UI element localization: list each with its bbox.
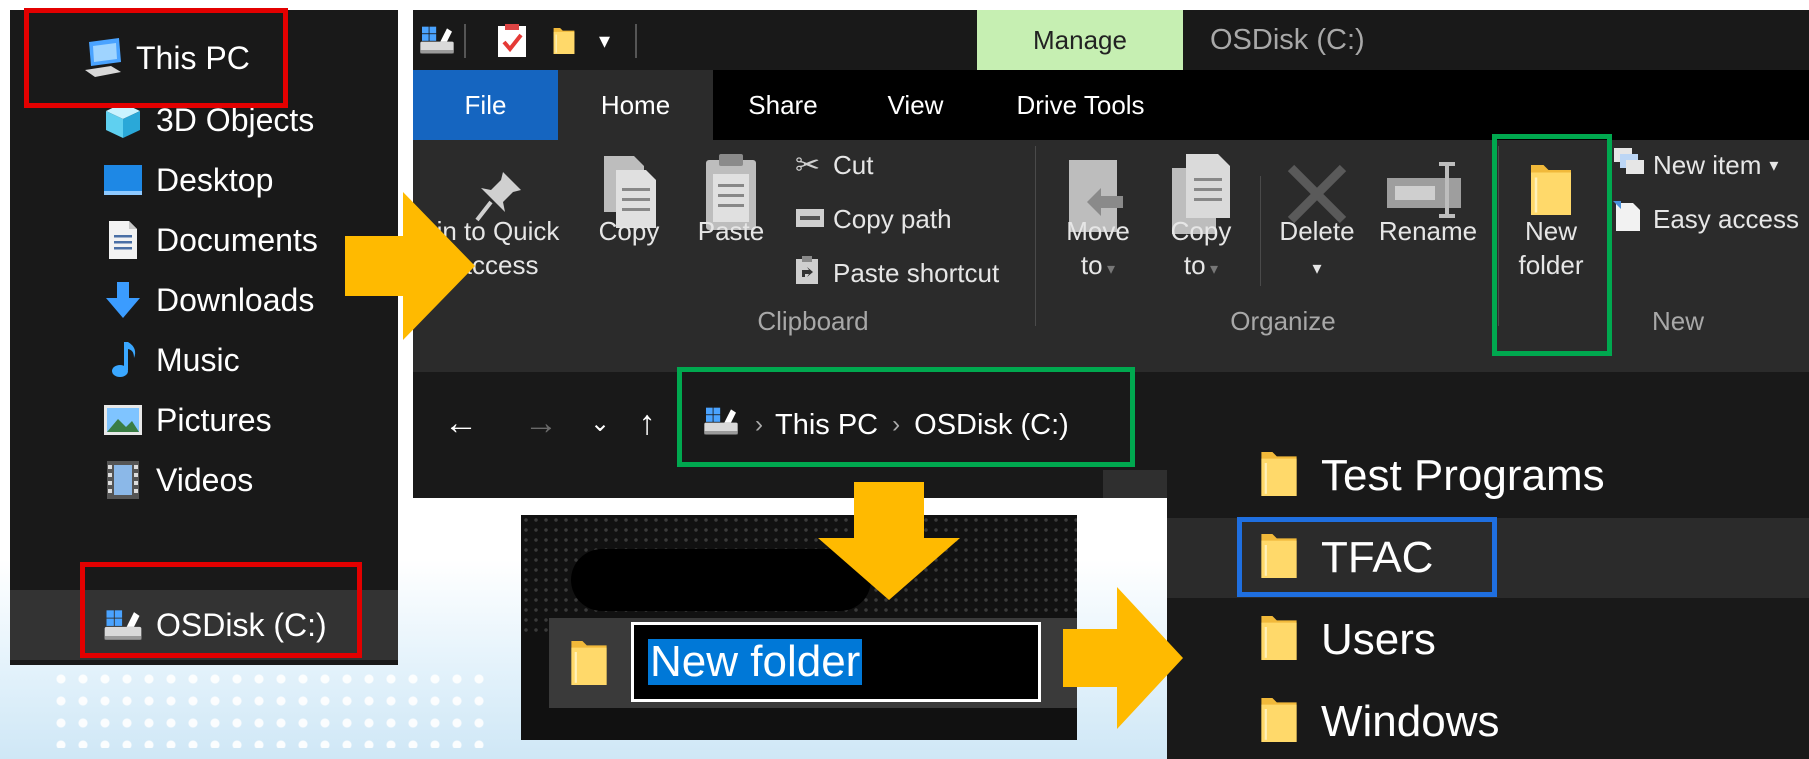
nav-item-label: Desktop: [156, 161, 274, 198]
download-arrow-icon: [100, 277, 146, 323]
new-item-label: New item: [1653, 149, 1762, 180]
tab-drive-tools[interactable]: Drive Tools: [978, 70, 1183, 140]
tab-home[interactable]: Home: [558, 70, 713, 140]
film-icon: [100, 457, 146, 503]
copy-to-button[interactable]: Copy to ▾: [1148, 214, 1254, 287]
toolbar-divider: [635, 24, 637, 58]
move-to-line2: to: [1080, 250, 1103, 280]
copy-path-icon: [795, 204, 833, 235]
nav-item-label: Downloads: [156, 281, 315, 318]
toolbar-divider: [464, 24, 466, 58]
ribbon-group-separator: [1035, 146, 1036, 326]
new-folder-quick-icon[interactable]: [551, 22, 577, 65]
tab-share[interactable]: Share: [713, 70, 853, 140]
manage-context-tab[interactable]: Manage: [977, 10, 1183, 70]
scissors-icon: ✂: [795, 148, 821, 182]
new-item-button[interactable]: New item ▾: [1613, 140, 1778, 190]
properties-checklist-icon[interactable]: [497, 24, 527, 63]
highlight-address-bar: [677, 367, 1135, 467]
nav-item-videos[interactable]: Videos: [100, 452, 253, 508]
copy-path-label: Copy path: [833, 203, 952, 234]
paste-shortcut-button[interactable]: Paste shortcut: [795, 248, 999, 298]
highlight-this-pc: [24, 8, 288, 108]
copy-path-button[interactable]: Copy path: [795, 194, 952, 244]
dropdown-arrow-icon: ▾: [1769, 154, 1779, 175]
nav-item-label: Music: [156, 341, 240, 378]
dropdown-arrow-icon: ▾: [1312, 258, 1322, 278]
folder-name: Test Programs: [1321, 451, 1605, 500]
folder-icon: [1257, 447, 1301, 506]
rename-panel: New folder: [521, 515, 1077, 740]
paste-button[interactable]: Paste: [681, 214, 781, 248]
delete-label: Delete: [1279, 216, 1355, 246]
copy-to-line1: Copy: [1170, 216, 1232, 246]
paste-shortcut-icon: [795, 255, 833, 292]
folder-icon: [1257, 693, 1301, 752]
folder-icon: [1257, 611, 1301, 670]
paste-shortcut-label: Paste shortcut: [833, 257, 1000, 288]
arrow-right-icon: [345, 192, 475, 340]
up-arrow-icon[interactable]: ↑: [629, 398, 665, 448]
drive-icon: [417, 20, 457, 65]
arrow-right-icon: [1063, 587, 1183, 729]
highlight-osdisk: [80, 562, 362, 658]
folder-name: Users: [1321, 615, 1436, 664]
nav-item-documents[interactable]: Documents: [100, 212, 318, 268]
easy-access-button[interactable]: Easy access: [1613, 194, 1799, 244]
cut-label: Cut: [833, 149, 874, 180]
nav-item-music[interactable]: Music: [100, 332, 240, 388]
new-group-label: New: [1651, 306, 1704, 336]
highlight-tfac: [1237, 517, 1497, 597]
list-item[interactable]: Users: [1167, 600, 1809, 680]
rename-input-text: New folder: [648, 637, 863, 686]
tab-view[interactable]: View: [853, 70, 978, 140]
document-icon: [100, 217, 146, 263]
copy-button[interactable]: Copy: [581, 214, 677, 248]
window-title: OSDisk (C:): [1210, 23, 1365, 56]
forward-arrow-icon[interactable]: →: [519, 398, 563, 448]
nav-item-desktop[interactable]: Desktop: [100, 152, 273, 208]
move-to-button[interactable]: Move to ▾: [1043, 214, 1153, 287]
nav-item-pictures[interactable]: Pictures: [100, 392, 272, 448]
dropdown-arrow-icon: ▾: [1205, 261, 1219, 278]
background-dots: [50, 668, 490, 748]
organize-group-label: Organize: [1230, 306, 1336, 336]
nav-item-downloads[interactable]: Downloads: [100, 272, 314, 328]
arrow-down-icon: [818, 482, 960, 600]
ribbon-separator: [1260, 176, 1261, 286]
picture-icon: [100, 397, 146, 443]
clipboard-group-label: Clipboard: [757, 306, 869, 336]
nav-item-label: Pictures: [156, 401, 272, 438]
folder-icon: [567, 636, 611, 695]
easy-access-icon: [1613, 199, 1653, 240]
highlight-new-folder: [1492, 134, 1612, 356]
nav-item-label: Videos: [156, 461, 254, 498]
rename-input[interactable]: New folder: [631, 622, 1041, 702]
rename-button[interactable]: Rename: [1368, 214, 1488, 248]
tab-file[interactable]: File: [413, 70, 558, 140]
delete-button[interactable]: Delete ▾: [1265, 214, 1369, 285]
folder-name: Windows: [1321, 697, 1500, 746]
easy-access-label: Easy access: [1653, 203, 1799, 234]
desktop-icon: [100, 157, 146, 203]
back-arrow-icon[interactable]: ←: [439, 398, 483, 448]
nav-item-label: Documents: [156, 221, 318, 258]
new-item-icon: [1613, 147, 1653, 184]
list-item[interactable]: Test Programs: [1167, 436, 1809, 516]
ribbon-tabs: File Home Share View Drive Tools: [413, 70, 1809, 140]
move-to-line1: Move: [1066, 216, 1130, 246]
customize-toolbar-icon[interactable]: ▾: [599, 28, 610, 54]
dropdown-arrow-icon: ▾: [1102, 261, 1116, 278]
list-item[interactable]: Windows: [1167, 682, 1809, 759]
cut-button[interactable]: ✂ Cut: [795, 140, 873, 190]
recent-locations-chevron-icon[interactable]: ⌄: [585, 398, 615, 448]
copy-to-line2: to: [1183, 250, 1206, 280]
music-note-icon: [100, 337, 146, 383]
title-bar: ▾ Manage OSDisk (C:): [413, 10, 1809, 70]
